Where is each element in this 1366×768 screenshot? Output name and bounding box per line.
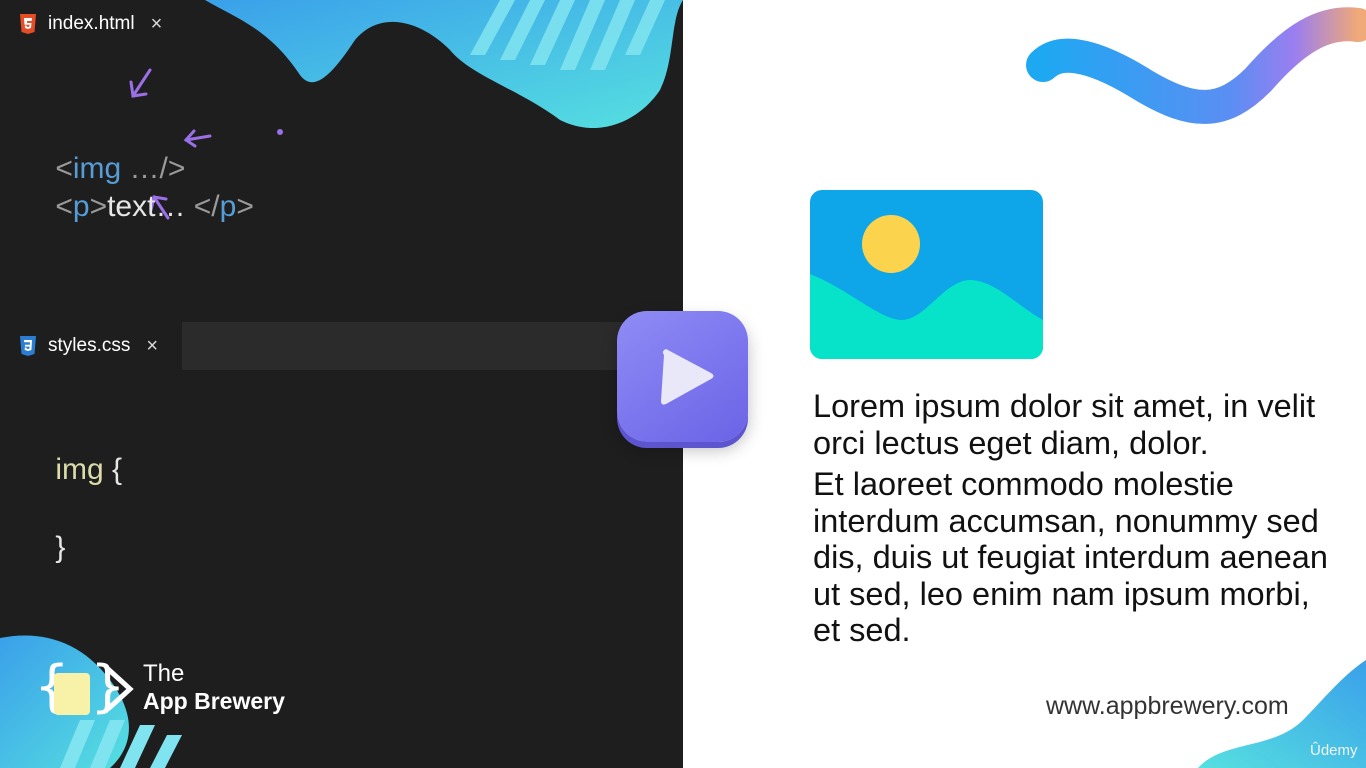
- css-selector: img: [55, 453, 104, 486]
- html-code-line-2: <p>text… </p>: [22, 150, 254, 264]
- preview-pane: Lorem ipsum dolor sit amet, in velit orc…: [683, 0, 1366, 768]
- play-icon: [661, 349, 714, 405]
- css3-icon: [20, 336, 36, 356]
- website-url[interactable]: www.appbrewery.com: [1046, 692, 1289, 721]
- tab-title: styles.css: [48, 335, 131, 356]
- preview-text: Lorem ipsum dolor sit amet, in velit orc…: [813, 388, 1333, 654]
- tab-styles-css[interactable]: styles.css ×: [0, 322, 182, 370]
- udemy-watermark: Ûdemy: [1310, 742, 1358, 759]
- close-brace: }: [55, 531, 66, 564]
- text-content: text…: [107, 190, 186, 223]
- tag-name: p: [219, 190, 237, 223]
- tag-bracket: </: [185, 190, 220, 223]
- image-placeholder-icon: [810, 190, 1043, 359]
- svg-text:}: }: [90, 655, 126, 719]
- tag-name: p: [72, 190, 90, 223]
- tag-bracket: >: [236, 190, 254, 223]
- brand-text: The App Brewery: [143, 660, 285, 714]
- app-brewery-logo: { }: [34, 655, 134, 719]
- play-button[interactable]: [617, 311, 748, 442]
- decorative-wave: [1026, 7, 1366, 124]
- editor-pane: index.html × <img …/> <p>text… </p> styl…: [0, 0, 683, 768]
- brand-line-1: The: [143, 660, 185, 687]
- brand-line-2: App Brewery: [143, 688, 285, 714]
- tag-bracket: <: [55, 190, 73, 223]
- open-brace: {: [103, 453, 123, 486]
- paragraph-1: Lorem ipsum dolor sit amet, in velit orc…: [813, 388, 1316, 461]
- tag-bracket: >: [89, 190, 108, 223]
- close-icon[interactable]: ×: [146, 336, 158, 356]
- css-code-line-3: }: [22, 491, 65, 605]
- paragraph-2: Et laoreet commodo molestie interdum acc…: [813, 466, 1328, 648]
- css-tab-bar: styles.css ×: [0, 322, 683, 370]
